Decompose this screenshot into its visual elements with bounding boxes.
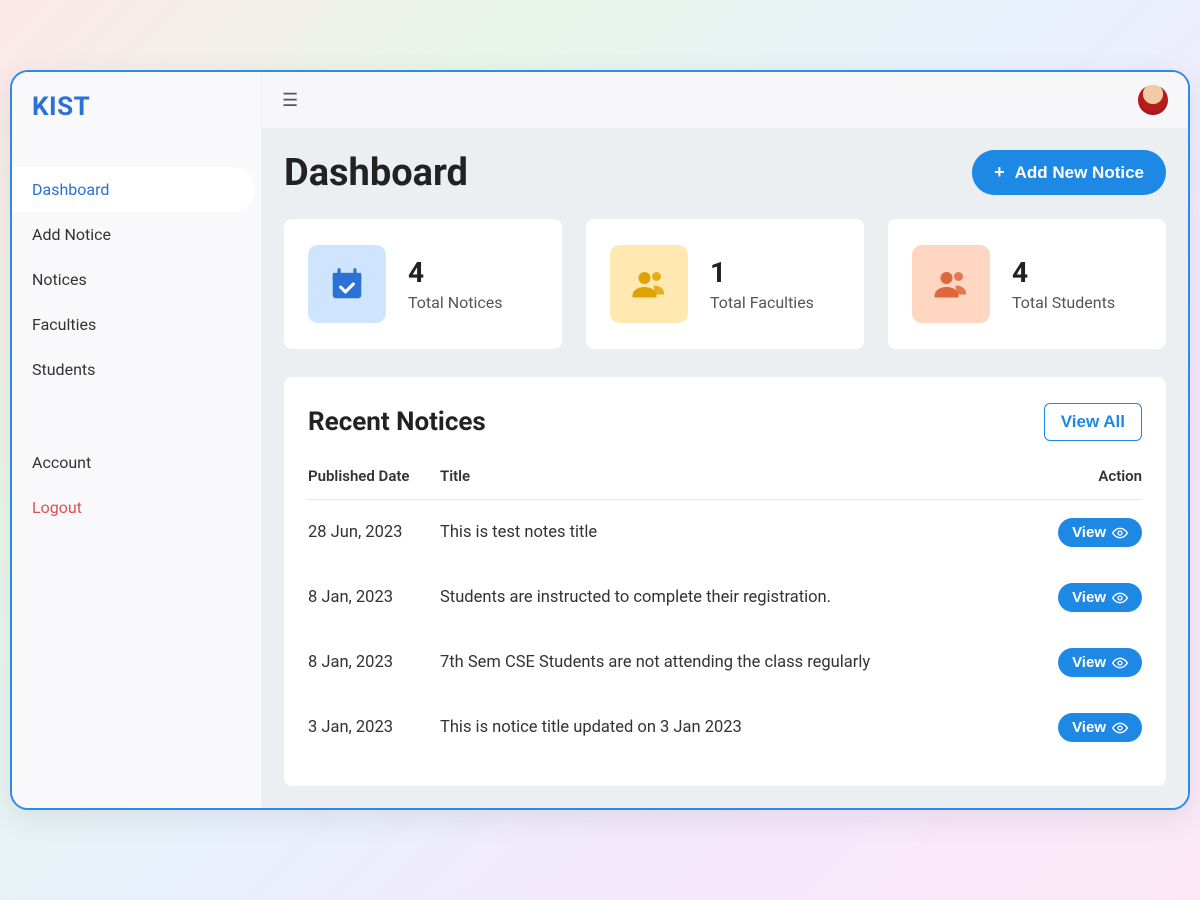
stats-row: 4 Total Notices 1 Total Faculties 4 Total Stu… [284,219,1166,349]
cell-published-date: 8 Jan, 2023 [308,630,440,695]
panel-header: Recent Notices View All [308,403,1142,441]
stat-label: Total Notices [408,293,502,312]
eye-icon [1112,655,1128,671]
cell-published-date: 3 Jan, 2023 [308,695,440,760]
cell-action: View [1027,630,1142,695]
view-label: View [1072,654,1106,671]
cell-published-date: 8 Jan, 2023 [308,565,440,630]
content: Dashboard + Add New Notice 4 Total Notice… [262,128,1188,808]
cell-action: View [1027,695,1142,760]
eye-icon [1112,590,1128,606]
stat-value: 4 [1012,256,1115,289]
sidebar: KIST DashboardAdd NoticeNoticesFaculties… [12,72,262,808]
stat-value: 4 [408,256,502,289]
page-title: Dashboard [284,151,468,195]
menu-toggle-icon[interactable]: ☰ [282,90,298,111]
view-label: View [1072,524,1106,541]
eye-icon [1112,720,1128,736]
sidebar-item-add-notice[interactable]: Add Notice [12,212,261,257]
recent-notices-panel: Recent Notices View All Published Date T… [284,377,1166,786]
app-window: KIST DashboardAdd NoticeNoticesFaculties… [10,70,1190,810]
cell-action: View [1027,500,1142,566]
nav-list: DashboardAdd NoticeNoticesFacultiesStude… [12,167,261,392]
cell-action: View [1027,565,1142,630]
notices-table: Published Date Title Action 28 Jun, 2023… [308,459,1142,760]
topbar: ☰ [262,72,1188,128]
calendar-check-icon [308,245,386,323]
sidebar-item-account[interactable]: Account [12,440,261,485]
cell-title: Students are instructed to complete thei… [440,565,1027,630]
view-all-button[interactable]: View All [1044,403,1142,441]
stat-card: 4 Total Students [888,219,1166,349]
sidebar-item-logout[interactable]: Logout [12,485,261,530]
avatar[interactable] [1138,85,1168,115]
stat-card: 1 Total Faculties [586,219,864,349]
panel-title: Recent Notices [308,407,486,437]
stat-value: 1 [710,256,814,289]
add-new-notice-label: Add New Notice [1015,163,1144,183]
cell-title: 7th Sem CSE Students are not attending t… [440,630,1027,695]
plus-icon: + [994,162,1005,183]
table-row: 28 Jun, 2023This is test notes title View [308,500,1142,566]
view-button[interactable]: View [1058,583,1142,612]
table-row: 8 Jan, 2023Students are instructed to co… [308,565,1142,630]
users-icon [610,245,688,323]
view-button[interactable]: View [1058,648,1142,677]
cell-published-date: 28 Jun, 2023 [308,500,440,566]
users-icon [912,245,990,323]
sidebar-item-faculties[interactable]: Faculties [12,302,261,347]
col-title: Title [440,459,1027,500]
table-row: 3 Jan, 2023This is notice title updated … [308,695,1142,760]
sidebar-item-students[interactable]: Students [12,347,261,392]
stat-label: Total Faculties [710,293,814,312]
sidebar-item-notices[interactable]: Notices [12,257,261,302]
col-published-date: Published Date [308,459,440,500]
page-header: Dashboard + Add New Notice [284,150,1166,195]
view-button[interactable]: View [1058,518,1142,547]
col-action: Action [1027,459,1142,500]
view-label: View [1072,719,1106,736]
brand-logo: KIST [12,92,261,167]
eye-icon [1112,525,1128,541]
table-row: 8 Jan, 20237th Sem CSE Students are not … [308,630,1142,695]
view-label: View [1072,589,1106,606]
cell-title: This is test notes title [440,500,1027,566]
add-new-notice-button[interactable]: + Add New Notice [972,150,1166,195]
view-button[interactable]: View [1058,713,1142,742]
main-area: ☰ Dashboard + Add New Notice 4 Total Noti… [262,72,1188,808]
stat-label: Total Students [1012,293,1115,312]
cell-title: This is notice title updated on 3 Jan 20… [440,695,1027,760]
sidebar-item-dashboard[interactable]: Dashboard [12,167,255,212]
stat-card: 4 Total Notices [284,219,562,349]
